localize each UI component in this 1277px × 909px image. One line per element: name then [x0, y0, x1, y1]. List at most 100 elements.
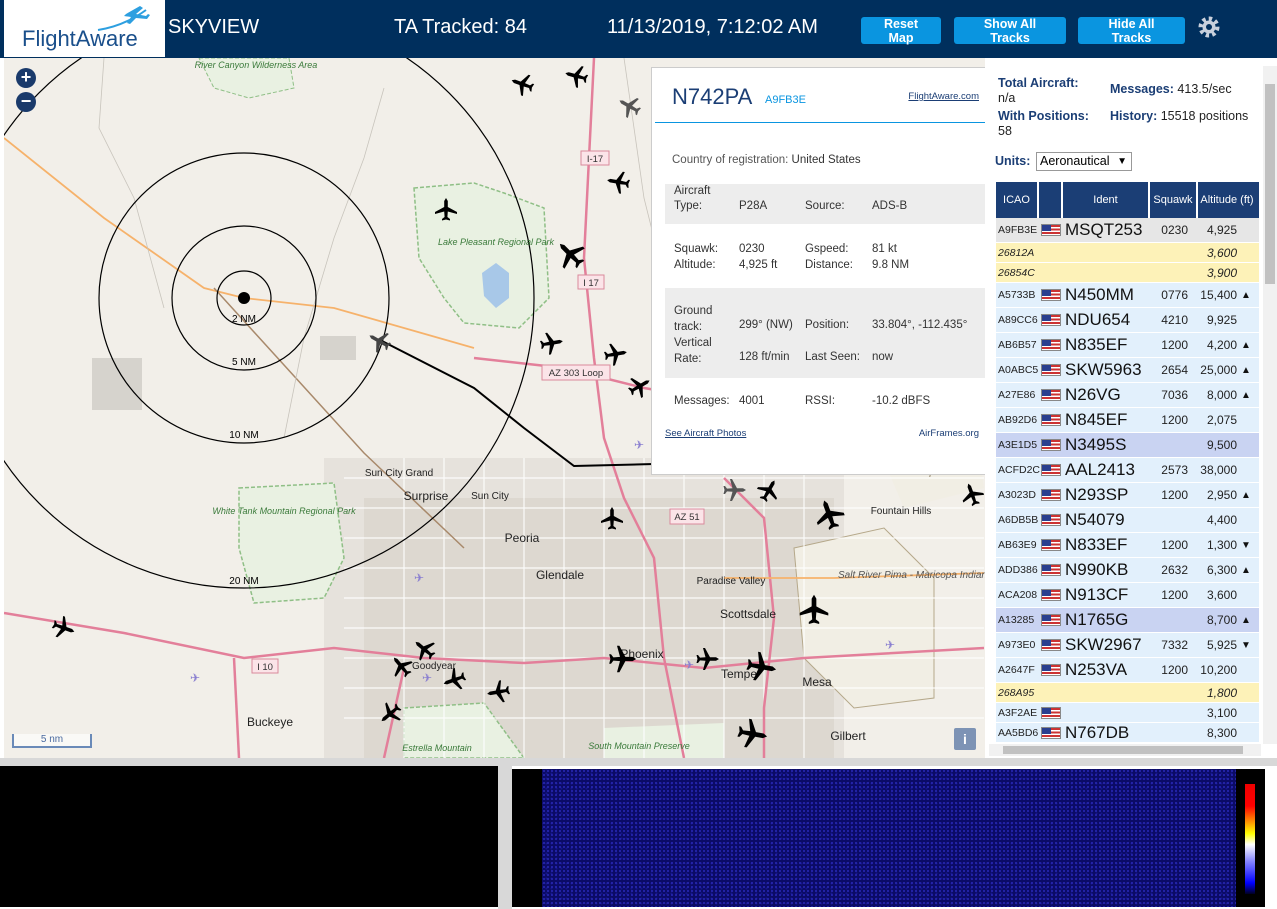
- cell-altitude: 8,000: [1206, 388, 1237, 402]
- place-label: Glendale: [536, 568, 584, 582]
- table-row[interactable]: 26854C 3,900: [996, 263, 1259, 283]
- svg-text:✈: ✈: [422, 671, 432, 685]
- source-value: ADS-B: [872, 200, 908, 212]
- altitude-label: Altitude:: [674, 259, 716, 271]
- cell-altitude: 6,300: [1206, 563, 1237, 577]
- cell-ident: N253VA: [1065, 660, 1128, 679]
- cell-altitude: 9,500: [1206, 438, 1237, 452]
- place-label: Tempe: [721, 667, 757, 681]
- cell-ident: N3495S: [1065, 435, 1127, 454]
- table-row[interactable]: ACA208 N913CF 1200 3,600: [996, 583, 1259, 608]
- table-row[interactable]: ACFD2C AAL2413 2573 38,000: [996, 458, 1259, 483]
- cell-altitude: 8,300: [1206, 725, 1237, 740]
- table-row[interactable]: A89CC6 NDU654 4210 9,925: [996, 308, 1259, 333]
- col-flag[interactable]: [1039, 182, 1063, 218]
- aircraft-marker[interactable]: [602, 341, 629, 367]
- place-label: Sun City: [471, 491, 509, 502]
- svg-text:✈: ✈: [684, 658, 694, 672]
- table-row[interactable]: AB6B57 N835EF 1200 4,200 ▲: [996, 333, 1259, 358]
- cell-icao: AB63E9: [998, 539, 1037, 551]
- us-flag-icon: [1041, 726, 1061, 739]
- show-all-tracks-button[interactable]: Show All Tracks: [954, 17, 1066, 45]
- cell-squawk: 1200: [1161, 488, 1188, 502]
- col-squawk[interactable]: Squawk: [1150, 182, 1198, 218]
- table-row[interactable]: A5733B N450MM 0776 15,400 ▲: [996, 283, 1259, 308]
- flightaware-logo[interactable]: FlightAware: [4, 0, 165, 57]
- table-row[interactable]: A3E1D5 N3495S 9,500: [996, 433, 1259, 458]
- spectrum-colorbar: [1245, 784, 1255, 894]
- hide-all-tracks-button[interactable]: Hide All Tracks: [1078, 17, 1185, 45]
- svg-text:✈: ✈: [190, 671, 200, 685]
- sidebar-vertical-scrollbar[interactable]: [1263, 66, 1277, 744]
- aircraft-marker[interactable]: [538, 330, 565, 356]
- us-flag-icon: [1041, 339, 1061, 351]
- table-row[interactable]: 268A95 1,800: [996, 683, 1259, 703]
- cell-altitude: 25,000: [1200, 363, 1237, 377]
- cell-icao: A6DB5B: [998, 514, 1039, 526]
- table-row[interactable]: AA5BD6 N767DB 8,300: [996, 723, 1259, 743]
- position-label: Position:: [805, 319, 850, 331]
- airframes-link[interactable]: AirFrames.org: [919, 428, 979, 439]
- table-row[interactable]: 26812A 3,600: [996, 243, 1259, 263]
- scroll-thumb[interactable]: [1265, 84, 1275, 284]
- table-row[interactable]: A0ABC5 SKW5963 2654 25,000 ▲: [996, 358, 1259, 383]
- panel-divider: [0, 758, 1277, 766]
- gear-icon[interactable]: [1196, 14, 1222, 40]
- cell-flag: [1039, 658, 1063, 683]
- zoom-in-button[interactable]: +: [16, 68, 36, 88]
- cell-flag: [1039, 720, 1063, 745]
- us-flag-icon: [1041, 389, 1061, 401]
- table-row[interactable]: A3F2AE 3,100: [996, 703, 1259, 723]
- altitude-trend-icon: ▼: [1241, 539, 1251, 551]
- map-info-button[interactable]: i: [954, 728, 976, 750]
- table-row[interactable]: A6DB5B N54079 4,400: [996, 508, 1259, 533]
- cell-icao: 268A95: [998, 686, 1035, 699]
- table-row[interactable]: AB63E9 N833EF 1200 1,300 ▼: [996, 533, 1259, 558]
- place-label: Peoria: [505, 531, 540, 545]
- squawk-value: 0230: [739, 243, 765, 255]
- aircraft-marker[interactable]: [507, 69, 537, 99]
- table-row[interactable]: ADD386 N990KB 2632 6,300 ▲: [996, 558, 1259, 583]
- vrate-label: Vertical Rate:: [674, 337, 712, 365]
- range-label-10nm: 10 NM: [229, 430, 258, 441]
- col-ident[interactable]: Ident: [1063, 182, 1150, 218]
- cell-flag: [1039, 458, 1063, 483]
- table-row[interactable]: A13285 N1765G 8,700 ▲: [996, 608, 1259, 633]
- cell-flag: [1039, 283, 1063, 308]
- table-row[interactable]: A3023D N293SP 1200 2,950 ▲: [996, 483, 1259, 508]
- table-row[interactable]: A2647F N253VA 1200 10,200: [996, 658, 1259, 683]
- table-row[interactable]: A973E0 SKW2967 7332 5,925 ▼: [996, 633, 1259, 658]
- sidebar-horizontal-scrollbar[interactable]: [989, 744, 1261, 756]
- col-icao[interactable]: ICAO: [996, 182, 1039, 218]
- altitude-trend-icon: ▲: [1241, 489, 1251, 501]
- zoom-out-button[interactable]: −: [16, 92, 36, 112]
- cell-flag: [1039, 408, 1063, 433]
- cell-flag: [1039, 383, 1063, 408]
- altitude-trend-icon: ▼: [1241, 639, 1251, 651]
- rssi-label: RSSI:: [805, 395, 836, 407]
- reset-map-button[interactable]: Reset Map: [861, 17, 941, 45]
- current-datetime: 11/13/2019, 7:12:02 AM: [607, 16, 818, 38]
- altitude-trend-icon: ▲: [1241, 289, 1251, 301]
- table-row[interactable]: AB92D6 N845EF 1200 2,075: [996, 408, 1259, 433]
- us-flag-icon: [1041, 706, 1061, 719]
- position-value: 33.804°, -112.435°: [872, 319, 968, 331]
- cell-icao: AB92D6: [998, 414, 1038, 426]
- table-row[interactable]: A27E86 N26VG 7036 8,000 ▲: [996, 383, 1259, 408]
- table-row[interactable]: A9FB3E MSQT253 0230 4,925: [996, 218, 1259, 243]
- aircraft-photos-link[interactable]: See Aircraft Photos: [665, 428, 746, 439]
- aircraft-info-panel: N742PA A9FB3E FlightAware.com Country of…: [651, 67, 992, 475]
- scroll-thumb[interactable]: [1003, 746, 1243, 754]
- messages-stat: Messages: 413.5/sec: [1110, 82, 1250, 97]
- place-label: Estrella Mountain: [402, 743, 472, 753]
- col-altitude[interactable]: Altitude (ft): [1198, 182, 1256, 218]
- aircraft-marker[interactable]: [562, 62, 590, 90]
- aircraft-marker[interactable]: [49, 613, 79, 643]
- flightaware-link[interactable]: FlightAware.com: [908, 91, 979, 102]
- place-label: South Mountain Preserve: [588, 741, 690, 751]
- cell-icao: ADD386: [998, 564, 1038, 576]
- cell-altitude: 3,600: [1206, 588, 1237, 602]
- aircraft-marker[interactable]: [605, 169, 632, 195]
- units-select[interactable]: Aeronautical ▼: [1036, 152, 1132, 171]
- source-label: Source:: [805, 200, 845, 212]
